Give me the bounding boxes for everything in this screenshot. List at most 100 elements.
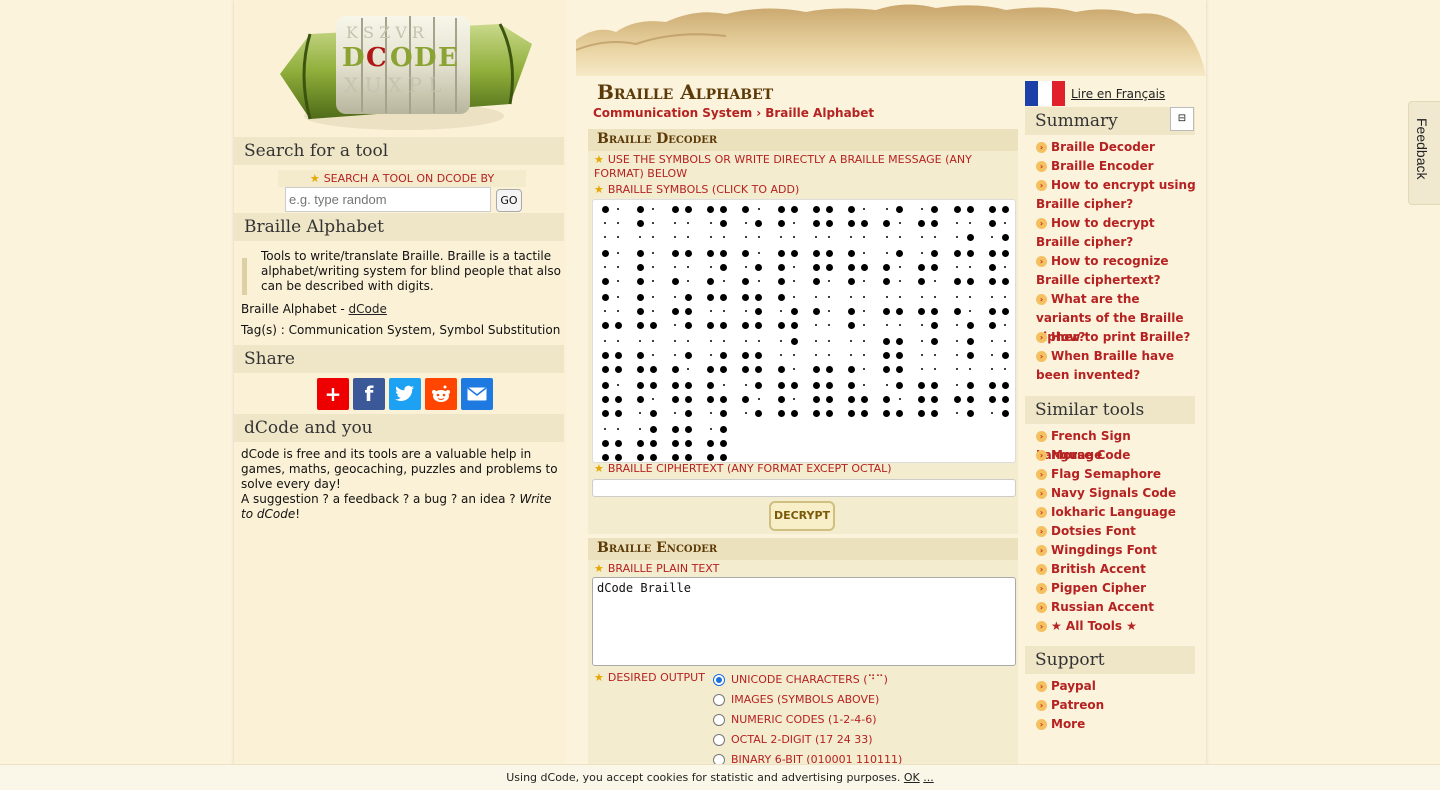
cookie-more-link[interactable]: ... — [923, 771, 934, 784]
output-option-octal[interactable]: OCTAL 2-DIGIT (17 24 33) — [713, 733, 873, 746]
braille-symbol-cell[interactable] — [596, 378, 630, 422]
cookie-ok-link[interactable]: OK — [904, 771, 920, 784]
dcode-link[interactable]: dCode — [349, 302, 387, 316]
braille-symbol-cell[interactable] — [596, 422, 630, 466]
braille-symbol-cell[interactable] — [807, 290, 841, 334]
output-option-unicode[interactable]: UNICODE CHARACTERS (⠙⠉) — [713, 673, 888, 686]
braille-symbol-cell[interactable] — [913, 202, 947, 246]
braille-symbol-cell[interactable] — [631, 334, 665, 378]
braille-symbol-cell[interactable] — [737, 378, 771, 422]
braille-symbol-cell[interactable] — [913, 290, 947, 334]
braille-symbol-cell[interactable] — [842, 334, 876, 378]
braille-symbol-cell[interactable] — [983, 202, 1017, 246]
similar-link[interactable]: › Russian Accent — [1036, 598, 1196, 617]
braille-symbol-cell[interactable] — [596, 246, 630, 290]
braille-symbol-cell[interactable] — [702, 422, 736, 466]
braille-symbol-cell[interactable] — [596, 290, 630, 334]
braille-symbol-cell[interactable] — [737, 246, 771, 290]
braille-symbol-cell[interactable] — [842, 290, 876, 334]
braille-symbol-cell[interactable] — [772, 334, 806, 378]
similar-link[interactable]: › ★ All Tools ★ — [1036, 617, 1196, 636]
french-version-link[interactable]: Lire en Français — [1071, 87, 1165, 101]
braille-symbol-cell[interactable] — [666, 246, 700, 290]
braille-symbol-cell[interactable] — [948, 378, 982, 422]
braille-symbol-cell[interactable] — [631, 378, 665, 422]
braille-symbol-cell[interactable] — [948, 246, 982, 290]
braille-symbol-cell[interactable] — [913, 334, 947, 378]
braille-symbol-cell[interactable] — [631, 246, 665, 290]
braille-symbol-cell[interactable] — [596, 334, 630, 378]
email-icon[interactable] — [461, 378, 493, 410]
facebook-icon[interactable]: f — [353, 378, 385, 410]
braille-symbol-cell[interactable] — [983, 246, 1017, 290]
add-icon[interactable]: + — [317, 378, 349, 410]
radio[interactable] — [713, 693, 725, 706]
radio[interactable] — [713, 733, 725, 746]
braille-symbol-cell[interactable] — [702, 378, 736, 422]
support-link[interactable]: › Patreon — [1036, 696, 1196, 715]
braille-symbol-cell[interactable] — [807, 378, 841, 422]
braille-symbol-cell[interactable] — [807, 202, 841, 246]
braille-symbol-cell[interactable] — [983, 378, 1017, 422]
summary-link[interactable]: › How to print Braille? — [1036, 328, 1196, 347]
braille-symbol-cell[interactable] — [842, 246, 876, 290]
braille-symbol-cell[interactable] — [772, 290, 806, 334]
braille-symbol-cell[interactable] — [666, 202, 700, 246]
breadcrumb-braille[interactable]: Braille Alphabet — [765, 106, 874, 120]
braille-symbol-cell[interactable] — [913, 246, 947, 290]
french-flag-icon[interactable] — [1025, 81, 1065, 106]
summary-link[interactable]: › When Braille have been invented? — [1036, 347, 1196, 385]
braille-symbol-cell[interactable] — [631, 202, 665, 246]
braille-symbol-cell[interactable] — [666, 422, 700, 466]
braille-symbol-cell[interactable] — [878, 290, 912, 334]
summary-link[interactable]: › Braille Encoder — [1036, 157, 1196, 176]
similar-link[interactable]: › Pigpen Cipher — [1036, 579, 1196, 598]
braille-symbol-cell[interactable] — [983, 334, 1017, 378]
collapse-icon[interactable]: ⊟ — [1170, 107, 1194, 131]
similar-link[interactable]: › Navy Signals Code — [1036, 484, 1196, 503]
braille-symbol-cell[interactable] — [737, 290, 771, 334]
braille-symbol-cell[interactable] — [878, 246, 912, 290]
braille-symbol-cell[interactable] — [631, 290, 665, 334]
similar-link[interactable]: › Dotsies Font — [1036, 522, 1196, 541]
braille-symbol-cell[interactable] — [878, 334, 912, 378]
support-link[interactable]: › Paypal — [1036, 677, 1196, 696]
radio-selected[interactable] — [713, 673, 725, 686]
braille-symbol-cell[interactable] — [666, 290, 700, 334]
braille-symbol-cell[interactable] — [702, 334, 736, 378]
braille-symbol-cell[interactable] — [702, 246, 736, 290]
braille-symbol-cell[interactable] — [737, 202, 771, 246]
twitter-icon[interactable] — [389, 378, 421, 410]
ciphertext-input[interactable] — [592, 479, 1016, 497]
braille-symbol-cell[interactable] — [948, 290, 982, 334]
braille-symbol-cell[interactable] — [596, 202, 630, 246]
breadcrumb-communication[interactable]: Communication System — [593, 106, 752, 120]
braille-symbol-cell[interactable] — [631, 422, 665, 466]
braille-symbol-cell[interactable] — [737, 334, 771, 378]
summary-link[interactable]: › Braille Decoder — [1036, 138, 1196, 157]
plain-text-area[interactable]: dCode Braille — [592, 577, 1016, 666]
braille-symbol-cell[interactable] — [842, 202, 876, 246]
reddit-icon[interactable] — [425, 378, 457, 410]
output-option-numeric[interactable]: NUMERIC CODES (1-2-4-6) — [713, 713, 877, 726]
support-link[interactable]: › More — [1036, 715, 1196, 734]
braille-symbol-cell[interactable] — [878, 378, 912, 422]
summary-link[interactable]: › How to decrypt Braille cipher? — [1036, 214, 1196, 252]
search-input[interactable] — [285, 187, 491, 212]
braille-symbol-cell[interactable] — [983, 290, 1017, 334]
braille-symbol-cell[interactable] — [772, 246, 806, 290]
braille-symbol-cell[interactable] — [702, 290, 736, 334]
similar-link[interactable]: › Wingdings Font — [1036, 541, 1196, 560]
output-option-images[interactable]: IMAGES (SYMBOLS ABOVE) — [713, 693, 879, 706]
braille-symbol-cell[interactable] — [948, 334, 982, 378]
braille-symbol-cell[interactable] — [702, 202, 736, 246]
summary-link[interactable]: › How to encrypt using Braille cipher? — [1036, 176, 1196, 214]
decrypt-button[interactable]: DECRYPT — [769, 501, 835, 531]
braille-symbol-cell[interactable] — [772, 378, 806, 422]
similar-link[interactable]: › Flag Semaphore — [1036, 465, 1196, 484]
similar-link[interactable]: › Morse Code — [1036, 446, 1196, 465]
braille-symbol-cell[interactable] — [878, 202, 912, 246]
radio[interactable] — [713, 713, 725, 726]
feedback-tab[interactable]: Feedback — [1408, 101, 1440, 205]
braille-symbol-cell[interactable] — [948, 202, 982, 246]
